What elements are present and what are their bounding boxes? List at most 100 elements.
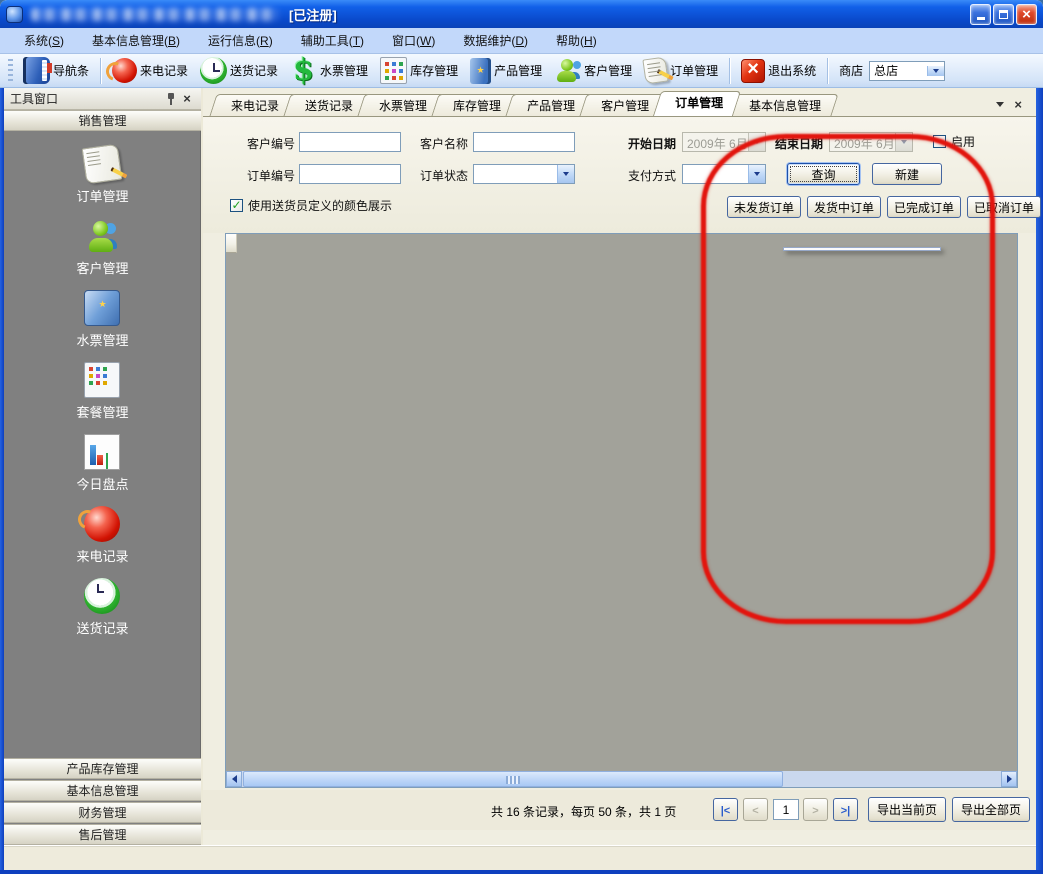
next-page-button[interactable]: > [803,798,828,821]
scroll-right-arrow-icon[interactable] [1001,771,1017,787]
tab-list-dropdown-icon[interactable] [996,102,1004,111]
toolbar-call-record-button[interactable]: 来电记录 [106,56,194,85]
tab-label: 送货记录 [305,99,353,113]
sidebar-item-订单管理[interactable]: 订单管理 [76,146,128,205]
scrollbar-thumb[interactable] [243,771,783,787]
sidebar-item-套餐管理[interactable]: 套餐管理 [76,362,128,421]
scroll-left-arrow-icon[interactable] [226,771,242,787]
scroll-pencil-icon [82,144,123,185]
menubar-item[interactable]: 窗口(W) [380,29,447,52]
orders-grid [225,233,1018,788]
maximize-button[interactable] [993,4,1014,25]
end-date-value: 2009年 6月 8日 [830,133,895,151]
delivery-color-checkbox[interactable] [230,199,243,212]
toolbar-navigator-button[interactable]: 导航条 [17,55,95,86]
tab-来电记录[interactable]: 来电记录 [213,94,293,116]
sidebar-item-label: 订单管理 [76,186,128,205]
tab-label: 客户管理 [601,99,649,113]
tab-库存管理[interactable]: 库存管理 [435,94,515,116]
sidebar-item-水票管理[interactable]: 水票管理 [76,290,128,349]
status-filter-button-已完成订单[interactable]: 已完成订单 [887,196,961,218]
pay-method-label: 支付方式 [628,167,676,184]
pin-button[interactable] [163,91,179,106]
title-bar[interactable]: [已注册] × [0,0,1043,28]
sidebar-close-button[interactable]: × [179,91,195,106]
toolbar-product-button[interactable]: 产品管理 [464,56,548,86]
sidebar-group-产品库存管理[interactable]: 产品库存管理 [4,758,201,779]
toolbar-customer-button[interactable]: 客户管理 [548,55,638,86]
menu-bar: 系统(S)基本信息管理(B)运行信息(R)辅助工具(T)窗口(W)数据维护(D)… [0,28,1043,54]
start-date-picker[interactable]: 2009年 6月 8日 [682,132,766,152]
toolbar-delivery-record-button[interactable]: 送货记录 [194,55,284,86]
navigator-book-icon [23,57,50,84]
export-all-pages-button[interactable]: 导出全部页 [952,797,1030,822]
minimize-button[interactable] [970,4,991,25]
toolbar-order-button[interactable]: 订单管理 [638,56,724,85]
scroll-pencil-icon [642,57,668,85]
first-page-button[interactable]: |< [713,798,738,821]
chevron-down-icon[interactable] [748,133,765,151]
export-current-page-button[interactable]: 导出当前页 [868,797,946,822]
tab-strip: 来电记录送货记录水票管理库存管理产品管理客户管理订单管理基本信息管理 × [203,90,1036,117]
tab-客户管理[interactable]: 客户管理 [583,94,663,116]
chevron-down-icon[interactable] [895,133,912,151]
order-no-input[interactable] [299,164,401,184]
toolbar-grip[interactable] [8,59,13,83]
tab-订单管理[interactable]: 订单管理 [657,91,737,116]
close-button[interactable]: × [1016,4,1037,25]
sidebar-group-售后管理[interactable]: 售后管理 [4,824,201,845]
menubar-item[interactable]: 运行信息(R) [196,29,285,52]
color-checkbox-row[interactable]: 使用送货员定义的颜色展示 [230,197,392,214]
menubar-item[interactable]: 帮助(H) [544,29,609,52]
sidebar-item-客户管理[interactable]: 客户管理 [76,218,128,277]
status-filter-button-未发货订单[interactable]: 未发货订单 [727,196,801,218]
context-menu [783,247,941,251]
toolbar-inventory-button[interactable]: 库存管理 [374,55,464,86]
sidebar-item-label: 套餐管理 [76,402,128,421]
order-status-combo[interactable] [473,164,575,184]
new-button[interactable]: 新建 [872,163,942,185]
order-status-label: 订单状态 [420,167,468,184]
sidebar-group-财务管理[interactable]: 财务管理 [4,802,201,823]
sidebar-item-来电记录[interactable]: 来电记录 [76,506,128,565]
horizontal-scrollbar[interactable] [226,771,1017,787]
prev-page-button[interactable]: < [743,798,768,821]
query-button[interactable]: 查询 [787,163,860,185]
tab-产品管理[interactable]: 产品管理 [509,94,589,116]
chevron-down-icon[interactable] [927,66,944,76]
minimize-icon [977,17,985,20]
tab-水票管理[interactable]: 水票管理 [361,94,441,116]
toolbar-water-ticket-button[interactable]: 水票管理 [284,55,374,86]
tab-基本信息管理[interactable]: 基本信息管理 [731,94,835,116]
sidebar-group-基本信息管理[interactable]: 基本信息管理 [4,780,201,801]
toolbar-exit-button[interactable]: 退出系统 [735,57,822,85]
sidebar-group-sales[interactable]: 销售管理 [4,110,201,131]
end-date-picker[interactable]: 2009年 6月 8日 [829,132,913,152]
customer-name-input[interactable] [473,132,575,152]
pay-method-combo[interactable] [682,164,766,184]
last-page-button[interactable]: >| [833,798,858,821]
menubar-item[interactable]: 数据维护(D) [451,29,540,52]
person-icon [554,57,581,84]
menubar-item[interactable]: 基本信息管理(B) [80,29,192,52]
menubar-item[interactable]: 辅助工具(T) [289,29,376,52]
window-title-blurred-text [31,8,279,21]
toolbar-button-label: 送货记录 [230,62,278,79]
enable-checkbox-row[interactable]: 启用 [933,133,975,150]
tab-close-icon[interactable]: × [1014,100,1022,110]
customer-no-input[interactable] [299,132,401,152]
window-controls: × [970,4,1037,25]
chevron-down-icon[interactable] [748,165,765,183]
pay-method-value [683,165,748,183]
sidebar-item-今日盘点[interactable]: 今日盘点 [76,434,128,493]
page-number-input[interactable] [773,799,799,820]
status-filter-button-已取消订单[interactable]: 已取消订单 [967,196,1041,218]
status-filter-button-发货中订单[interactable]: 发货中订单 [807,196,881,218]
chevron-down-icon[interactable] [557,165,574,183]
sidebar-item-送货记录[interactable]: 送货记录 [76,578,128,637]
store-combo[interactable]: 总店 [869,61,945,81]
enable-checkbox[interactable] [933,135,946,148]
tab-送货记录[interactable]: 送货记录 [287,94,367,116]
toolbar-buttons: 导航条来电记录 送货记录水票管理库存管理产品管理客户管理订单管理退出系统 [17,55,833,86]
menubar-item[interactable]: 系统(S) [12,29,76,52]
